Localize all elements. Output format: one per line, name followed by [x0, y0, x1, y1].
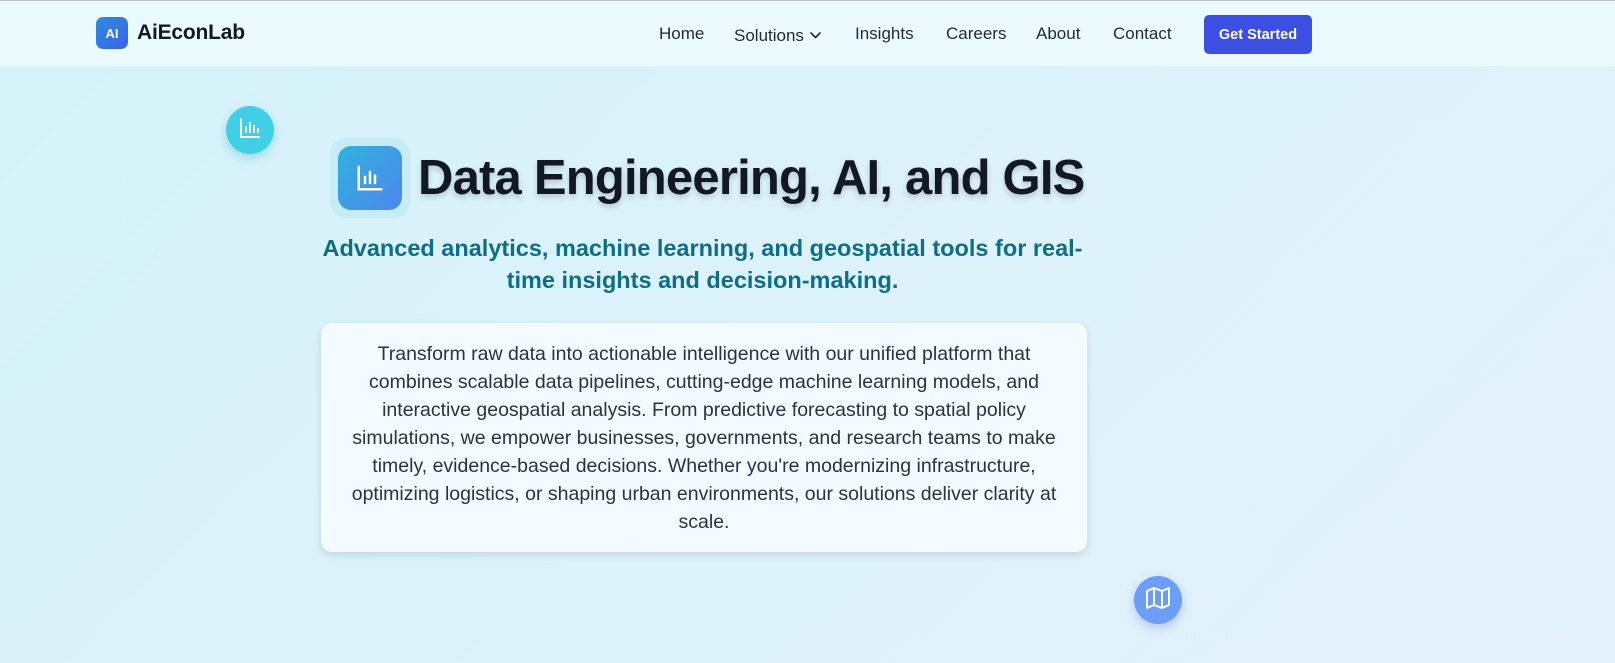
bar-chart-icon	[238, 116, 262, 145]
nav-home[interactable]: Home	[659, 24, 704, 44]
bar-chart-icon	[338, 146, 402, 210]
map-icon	[1145, 586, 1171, 615]
nav-insights[interactable]: Insights	[855, 24, 914, 44]
description-card: Transform raw data into actionable intel…	[321, 323, 1087, 552]
hero-description: Transform raw data into actionable intel…	[351, 343, 1057, 533]
top-navbar: AI AiEconLab Home Solutions Insights Car…	[0, 1, 1615, 66]
floating-chart-bubble	[226, 106, 274, 154]
nav-contact[interactable]: Contact	[1113, 24, 1172, 44]
get-started-button[interactable]: Get Started	[1204, 15, 1312, 54]
nav-solutions[interactable]: Solutions	[734, 24, 821, 46]
hero-title-row: Data Engineering, AI, and GIS	[330, 138, 1085, 218]
chevron-down-icon	[810, 24, 821, 44]
hero-subtitle: Advanced analytics, machine learning, an…	[322, 235, 1083, 293]
nav-about[interactable]: About	[1036, 24, 1080, 44]
main-menu: Home Solutions Insights Careers About Co…	[0, 1, 1615, 66]
title-icon-frame	[330, 138, 410, 218]
floating-map-bubble	[1134, 576, 1182, 624]
page-title: Data Engineering, AI, and GIS	[418, 151, 1085, 205]
nav-solutions-label: Solutions	[734, 26, 804, 45]
nav-careers[interactable]: Careers	[946, 24, 1006, 44]
